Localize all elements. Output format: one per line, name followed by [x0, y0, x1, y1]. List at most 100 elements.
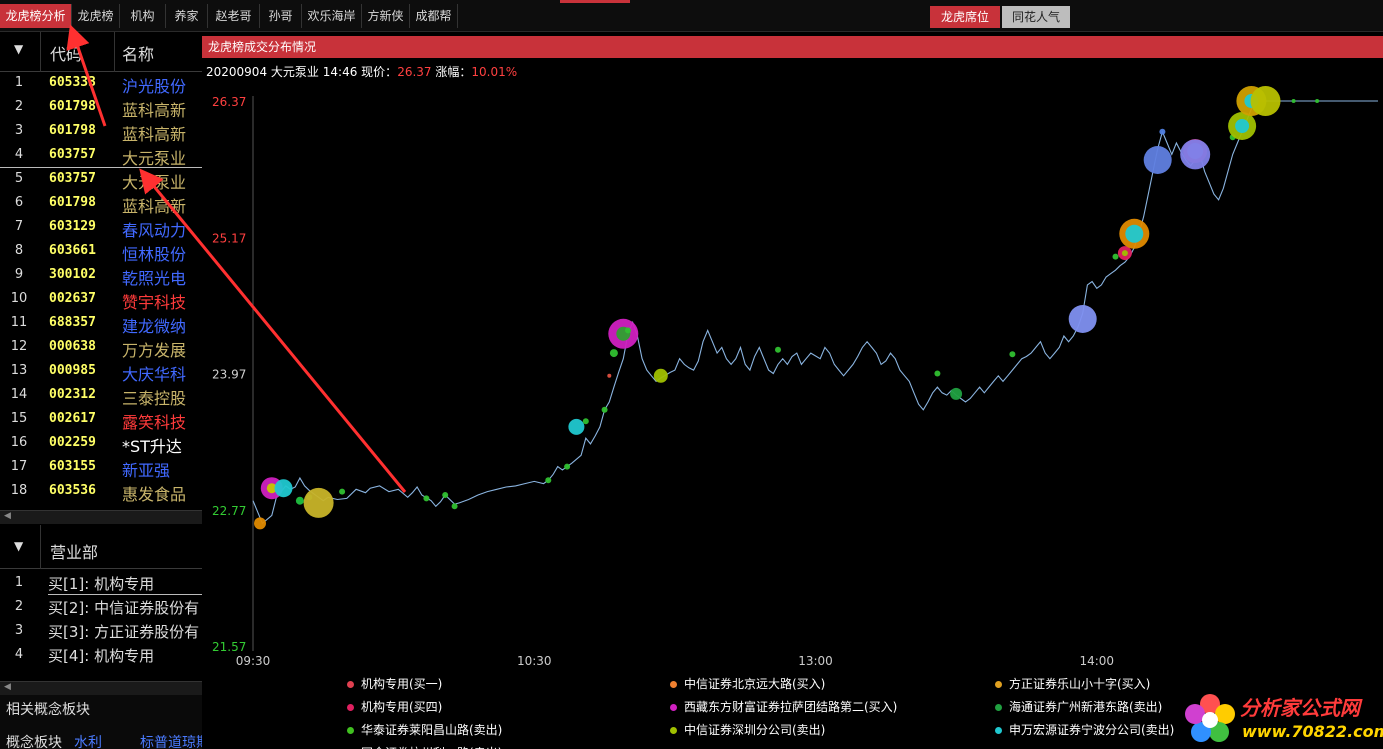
- trade-bubble: [601, 406, 608, 413]
- trade-bubble: [1112, 253, 1119, 260]
- trade-bubble: [1143, 146, 1172, 174]
- tab-institution[interactable]: 机构: [120, 4, 166, 28]
- stock-row[interactable]: 7 603129 春风动力: [0, 216, 202, 240]
- stock-code: 603757: [49, 147, 96, 162]
- tab-ths-popularity[interactable]: 同花人气: [1002, 6, 1070, 28]
- tab-sunge[interactable]: 孙哥: [260, 4, 302, 28]
- stock-row[interactable]: 13 000985 大庆华科: [0, 360, 202, 384]
- collapse-icon[interactable]: ▼: [14, 42, 23, 56]
- legend-dot-icon: [670, 704, 677, 711]
- trade-bubble: [1009, 351, 1016, 358]
- tab-zhaolaoge[interactable]: 赵老哥: [208, 4, 260, 28]
- stock-row[interactable]: 2 601798 蓝科高新: [0, 96, 202, 120]
- stock-row[interactable]: 3 601798 蓝科高新: [0, 120, 202, 144]
- legend-item[interactable]: 方正证券乐山小十字(买入): [995, 675, 1150, 692]
- price-label: 现价：: [361, 65, 398, 79]
- stock-name: 大元泵业: [122, 149, 187, 168]
- row-number: 2: [14, 599, 24, 614]
- concept-label: 概念板块: [6, 735, 62, 749]
- trade-bubble: [254, 517, 266, 530]
- broker-row[interactable]: 2 买[2]: 中信证券股份有: [0, 595, 202, 619]
- row-number: 4: [14, 147, 24, 162]
- change-label: 涨幅：: [435, 65, 472, 79]
- stock-name: 蓝科高新: [122, 101, 187, 120]
- stock-list-header: ▼ 代码 名称: [0, 32, 202, 72]
- stock-row[interactable]: 10 002637 赞宇科技: [0, 288, 202, 312]
- stock-row[interactable]: 16 002259 *ST升达: [0, 432, 202, 456]
- x-tick-label: 14:00: [1079, 654, 1114, 668]
- stock-row[interactable]: 5 603757 大元泵业: [0, 168, 202, 192]
- legend-item[interactable]: 中信证券深圳分公司(卖出): [670, 721, 825, 738]
- y-tick-label: 26.37: [212, 95, 246, 109]
- row-number: 9: [14, 267, 24, 282]
- legend-item[interactable]: 华泰证券莱阳昌山路(卖出): [347, 721, 502, 738]
- collapse-icon[interactable]: ▼: [14, 539, 23, 553]
- trade-bubble: [1315, 99, 1320, 103]
- tab-dragon-tiger[interactable]: 龙虎榜: [72, 4, 120, 28]
- broker-row[interactable]: 3 买[3]: 方正证券股份有: [0, 619, 202, 643]
- legend-item[interactable]: 海通证券广州新港东路(卖出): [995, 698, 1162, 715]
- stock-row[interactable]: 14 002312 三泰控股: [0, 384, 202, 408]
- broker-row[interactable]: 4 买[4]: 机构专用: [0, 643, 202, 667]
- change-percent: 10.01%: [471, 65, 518, 79]
- name-column-header[interactable]: 名称: [122, 41, 154, 65]
- trade-bubble: [451, 503, 458, 510]
- legend-item[interactable]: 国金证券杭州利一路(卖出): [347, 744, 502, 749]
- legend-item[interactable]: 机构专用(买四): [347, 698, 442, 715]
- stock-code: 603129: [49, 219, 96, 234]
- legend-dot-icon: [347, 704, 354, 711]
- stock-code: 688357: [49, 315, 96, 330]
- stock-row[interactable]: 18 603536 惠发食品: [0, 480, 202, 504]
- watermark-text: 分析家公式网: [1240, 696, 1360, 720]
- trade-bubble: [934, 370, 941, 377]
- stock-code: 601798: [49, 99, 96, 114]
- y-tick-label: 22.77: [212, 504, 246, 518]
- stock-code: 000638: [49, 339, 96, 354]
- stock-code: 603661: [49, 243, 96, 258]
- tab-huanle-haian[interactable]: 欢乐海岸: [302, 4, 362, 28]
- legend-item[interactable]: 西藏东方财富证券拉萨团结路第二(买入): [670, 698, 897, 715]
- stock-row[interactable]: 9 300102 乾照光电: [0, 264, 202, 288]
- legend-dot-icon: [995, 704, 1002, 711]
- trade-bubble: [1068, 305, 1097, 333]
- legend-item[interactable]: 中信证券北京远大路(买入): [670, 675, 825, 692]
- stock-row[interactable]: 15 002617 露笑科技: [0, 408, 202, 432]
- broker-scrollbar[interactable]: ◀: [0, 681, 202, 695]
- legend-label: 机构专用(买四): [361, 700, 443, 714]
- legend-label: 西藏东方财富证券拉萨团结路第二(买入): [684, 700, 898, 714]
- stock-row[interactable]: 4 603757 大元泵业: [0, 144, 202, 168]
- broker-row[interactable]: 1 买[1]: 机构专用: [0, 571, 202, 595]
- x-tick-label: 09:30: [236, 654, 271, 668]
- tab-yangjia[interactable]: 养家: [166, 4, 208, 28]
- stock-list-scrollbar[interactable]: ◀: [0, 510, 202, 524]
- trade-bubble: [423, 495, 430, 502]
- chart-time: 14:46: [322, 65, 358, 79]
- legend-item[interactable]: 申万宏源证券宁波分公司(卖出): [995, 721, 1174, 738]
- tab-dragon-tiger-analysis[interactable]: 龙虎榜分析: [0, 4, 72, 28]
- stock-row[interactable]: 6 601798 蓝科高新: [0, 192, 202, 216]
- broker-column-header[interactable]: 营业部: [50, 539, 98, 563]
- stock-row[interactable]: 12 000638 万方发展: [0, 336, 202, 360]
- stock-row[interactable]: 1 605333 沪光股份: [0, 72, 202, 96]
- stock-row[interactable]: 17 603155 新亚强: [0, 456, 202, 480]
- tab-fangxinxia[interactable]: 方新侠: [362, 4, 410, 28]
- tab-dragon-tiger-seats[interactable]: 龙虎席位: [930, 6, 1000, 28]
- legend-item[interactable]: 机构专用(买一): [347, 675, 442, 692]
- trade-bubble: [303, 487, 334, 518]
- stock-row[interactable]: 8 603661 恒林股份: [0, 240, 202, 264]
- stock-code: 603155: [49, 459, 96, 474]
- y-tick-label: 25.17: [212, 231, 246, 245]
- scroll-left-icon[interactable]: ◀: [4, 511, 11, 521]
- tab-chengdubang[interactable]: 成都帮: [410, 4, 458, 28]
- trade-bubble: [653, 368, 668, 383]
- code-column-header[interactable]: 代码: [50, 41, 82, 65]
- price-bubble-chart[interactable]: 26.37 25.17 23.97 22.77 21.5709:30 10:30 13:00…: [202, 86, 1383, 701]
- concept-item[interactable]: 标普道琼斯: [140, 732, 210, 749]
- header-divider: [114, 32, 115, 72]
- stock-row[interactable]: 11 688357 建龙微纳: [0, 312, 202, 336]
- row-number: 6: [14, 195, 24, 210]
- stock-name: 沪光股份: [122, 77, 187, 96]
- broker-header: ▼ 营业部: [0, 525, 202, 569]
- scroll-left-icon[interactable]: ◀: [4, 682, 11, 692]
- concept-item[interactable]: 水利: [74, 732, 102, 749]
